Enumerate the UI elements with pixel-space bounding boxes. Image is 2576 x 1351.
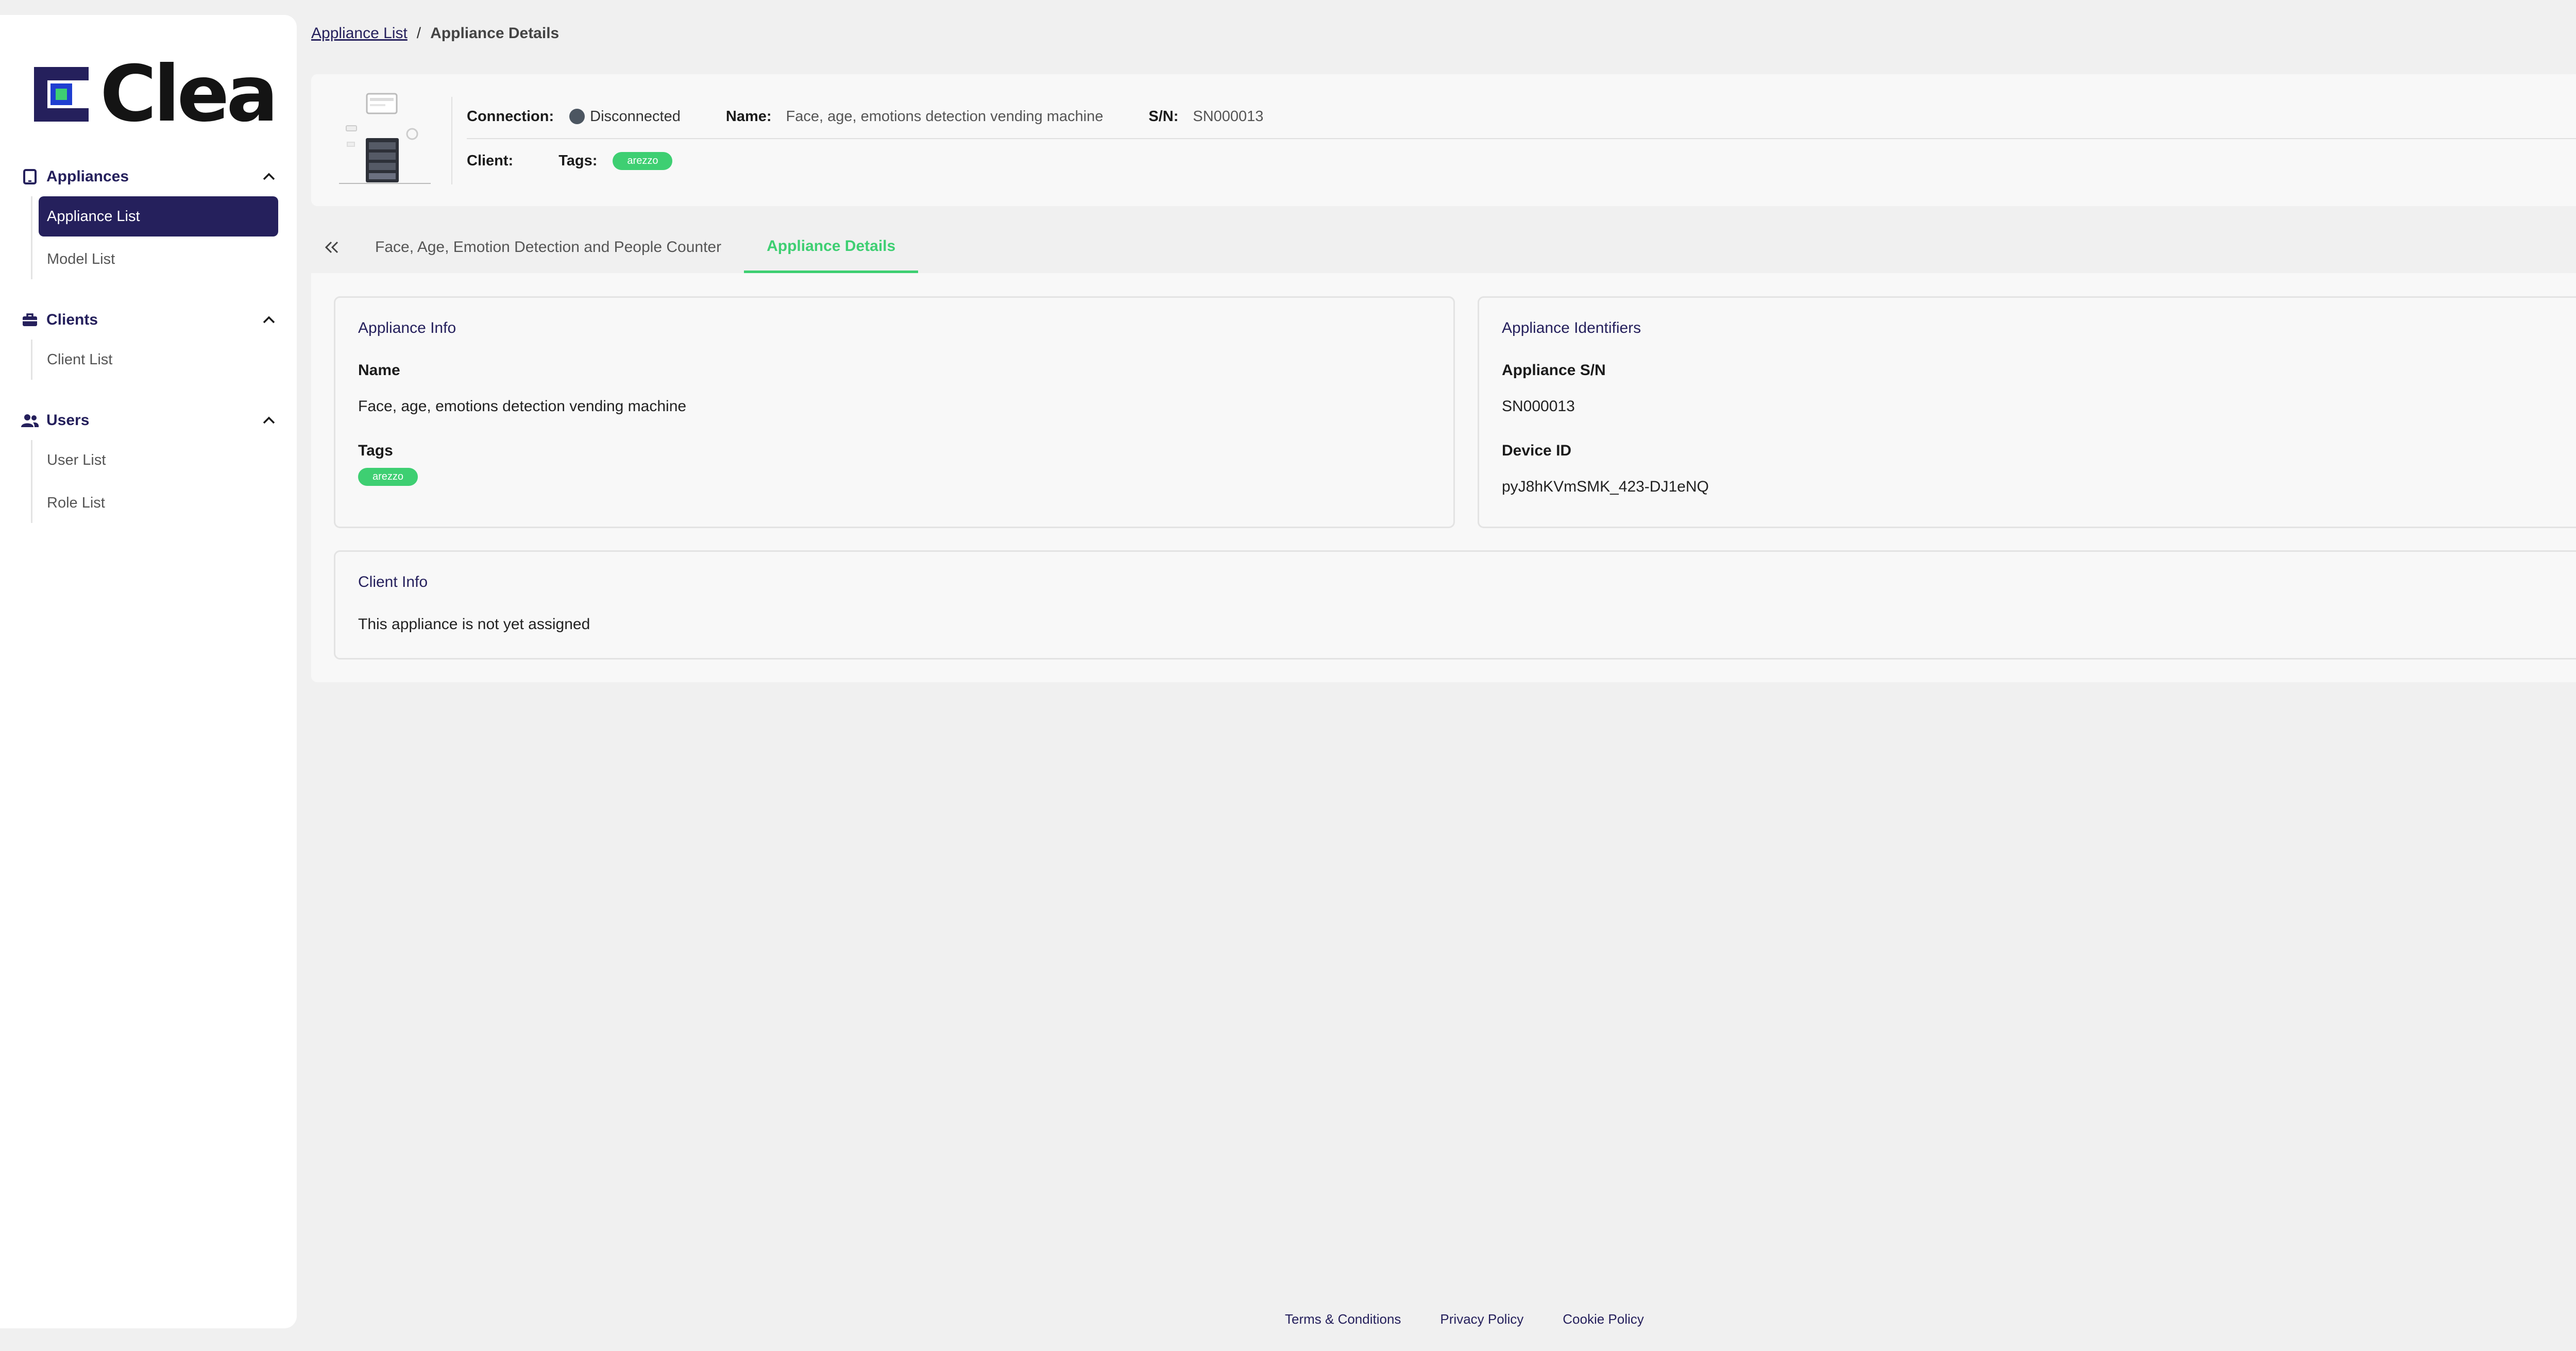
breadcrumb: Appliance List / Appliance Details bbox=[311, 21, 2576, 46]
footer: Terms & Conditions Privacy Policy Cookie… bbox=[1285, 1311, 1683, 1327]
name-value: Face, age, emotions detection vending ma… bbox=[786, 108, 1104, 125]
appliance-info-title: Appliance Info bbox=[358, 319, 456, 336]
header-divider bbox=[451, 97, 452, 184]
nav-section-clients: Clients Client List bbox=[21, 305, 278, 382]
sn-field-value: SN000013 bbox=[1502, 398, 1575, 415]
name-field-label: Name bbox=[358, 362, 400, 379]
client-info-title: Client Info bbox=[358, 573, 428, 590]
chevron-up-icon[interactable] bbox=[260, 167, 278, 186]
tab-content: Appliance Info Name Face, age, emotions … bbox=[311, 273, 2576, 682]
client-label: Client: bbox=[467, 152, 514, 169]
nav-head-label: Appliances bbox=[46, 168, 129, 185]
tag-badge: arezzo bbox=[358, 468, 418, 486]
users-icon bbox=[21, 411, 39, 430]
device-id-label: Device ID bbox=[1502, 442, 1572, 459]
nav-head-label: Clients bbox=[46, 311, 98, 328]
client-info-message: This appliance is not yet assigned bbox=[358, 616, 590, 633]
header-row-primary: Connection: Disconnected Name: Face, age… bbox=[467, 95, 2576, 139]
sn-label: S/N: bbox=[1148, 108, 1179, 125]
nav-section-appliances: Appliances Appliance List Model List bbox=[21, 161, 278, 282]
vending-machine-icon bbox=[336, 93, 434, 185]
footer-link-cookie[interactable]: Cookie Policy bbox=[1563, 1311, 1644, 1327]
client-info-card: Client Info This appliance is not yet as… bbox=[334, 550, 2576, 660]
header-row-secondary: Client: Tags: arezzo bbox=[467, 139, 673, 182]
device-id-value: pyJ8hKVmSMK_423-DJ1eNQ bbox=[1502, 478, 1709, 495]
tags-field-label: Tags bbox=[358, 442, 393, 459]
clea-logo-mark-icon bbox=[34, 67, 89, 122]
appliance-info-card: Appliance Info Name Face, age, emotions … bbox=[334, 296, 1455, 528]
nav-head-label: Users bbox=[46, 412, 90, 429]
sidebar-item-model-list[interactable]: Model List bbox=[39, 239, 278, 279]
footer-link-privacy[interactable]: Privacy Policy bbox=[1440, 1311, 1523, 1327]
sidebar-item-client-list[interactable]: Client List bbox=[39, 340, 278, 380]
name-field-value: Face, age, emotions detection vending ma… bbox=[358, 398, 687, 415]
briefcase-icon bbox=[21, 311, 39, 329]
sn-field-label: Appliance S/N bbox=[1502, 362, 1606, 379]
sidebar: Clea Appliances Appliance List Model Lis… bbox=[0, 15, 297, 1328]
appliance-summary-card: Connection: Disconnected Name: Face, age… bbox=[311, 74, 2576, 206]
appliance-identifiers-title: Appliance Identifiers bbox=[1502, 319, 1641, 336]
sn-value: SN000013 bbox=[1193, 108, 1264, 125]
nav-items-appliances: Appliance List Model List bbox=[31, 196, 278, 279]
tab-face-age-emotion[interactable]: Face, Age, Emotion Detection and People … bbox=[352, 222, 744, 273]
tag-badge: arezzo bbox=[613, 151, 673, 170]
tab-bar: Face, Age, Emotion Detection and People … bbox=[311, 222, 2576, 273]
appliance-identifiers-card: Appliance Identifiers Appliance S/N SN00… bbox=[1478, 296, 2576, 528]
nav-head-users[interactable]: Users bbox=[21, 405, 278, 436]
scroll-left-icon[interactable] bbox=[311, 222, 352, 273]
nav-head-appliances[interactable]: Appliances bbox=[21, 161, 278, 192]
breadcrumb-separator: / bbox=[416, 25, 421, 42]
sidebar-item-user-list[interactable]: User List bbox=[39, 440, 278, 480]
tab-appliance-details[interactable]: Appliance Details bbox=[744, 222, 919, 273]
connection-status: Disconnected bbox=[590, 108, 681, 125]
nav-section-users: Users User List Role List bbox=[21, 405, 278, 526]
breadcrumb-current: Appliance Details bbox=[430, 25, 560, 42]
chevron-up-icon[interactable] bbox=[260, 311, 278, 329]
tablet-icon bbox=[21, 167, 39, 186]
tags-label: Tags: bbox=[558, 152, 598, 169]
name-label: Name: bbox=[725, 108, 772, 125]
connection-status-dot-icon bbox=[569, 109, 585, 124]
connection-label: Connection: bbox=[467, 108, 554, 125]
clea-logo[interactable]: Clea bbox=[34, 56, 278, 133]
sidebar-item-appliance-list[interactable]: Appliance List bbox=[39, 196, 278, 237]
sidebar-item-role-list[interactable]: Role List bbox=[39, 483, 278, 523]
breadcrumb-link-appliance-list[interactable]: Appliance List bbox=[311, 25, 408, 42]
nav-items-users: User List Role List bbox=[31, 440, 278, 523]
nav-items-clients: Client List bbox=[31, 340, 278, 380]
clea-logo-text: Clea bbox=[100, 49, 278, 139]
nav-head-clients[interactable]: Clients bbox=[21, 305, 278, 335]
footer-link-terms[interactable]: Terms & Conditions bbox=[1285, 1311, 1401, 1327]
chevron-up-icon[interactable] bbox=[260, 411, 278, 430]
